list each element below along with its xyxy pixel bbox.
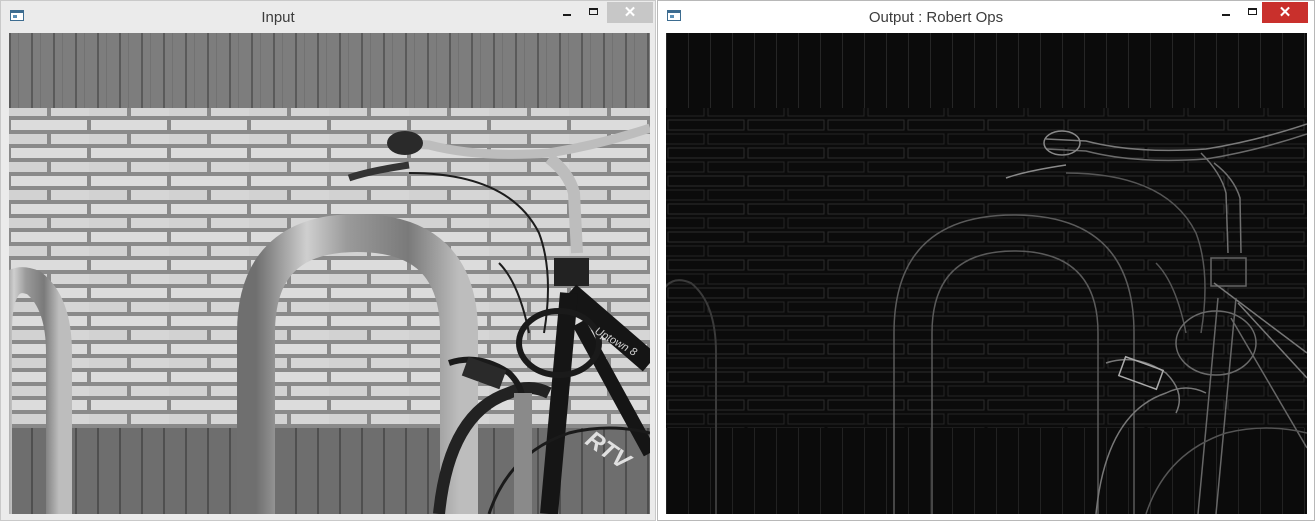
edge-detected-photo <box>666 33 1307 514</box>
close-button[interactable]: ✕ <box>607 2 653 23</box>
input-titlebar[interactable]: Input ✕ <box>1 1 655 32</box>
minimize-button[interactable] <box>1213 2 1239 22</box>
opencv-window-icon[interactable] <box>667 10 681 21</box>
window-title: Output : Robert Ops <box>868 9 1004 26</box>
window-title: Input <box>261 9 295 26</box>
output-window[interactable]: Output : Robert Ops ✕ <box>657 0 1315 521</box>
output-titlebar[interactable]: Output : Robert Ops ✕ <box>658 1 1314 32</box>
input-window[interactable]: Input ✕ Uptown 8 RTV <box>0 0 656 521</box>
input-image-view: Uptown 8 RTV <box>9 33 650 514</box>
maximize-button[interactable] <box>581 2 607 22</box>
close-icon: ✕ <box>623 4 637 21</box>
close-icon: ✕ <box>1278 4 1292 21</box>
minimize-button[interactable] <box>554 2 580 22</box>
opencv-window-icon[interactable] <box>10 10 24 21</box>
output-image-view <box>666 33 1307 514</box>
close-button[interactable]: ✕ <box>1262 2 1308 23</box>
bicycle-photo: Uptown 8 RTV <box>9 33 650 514</box>
